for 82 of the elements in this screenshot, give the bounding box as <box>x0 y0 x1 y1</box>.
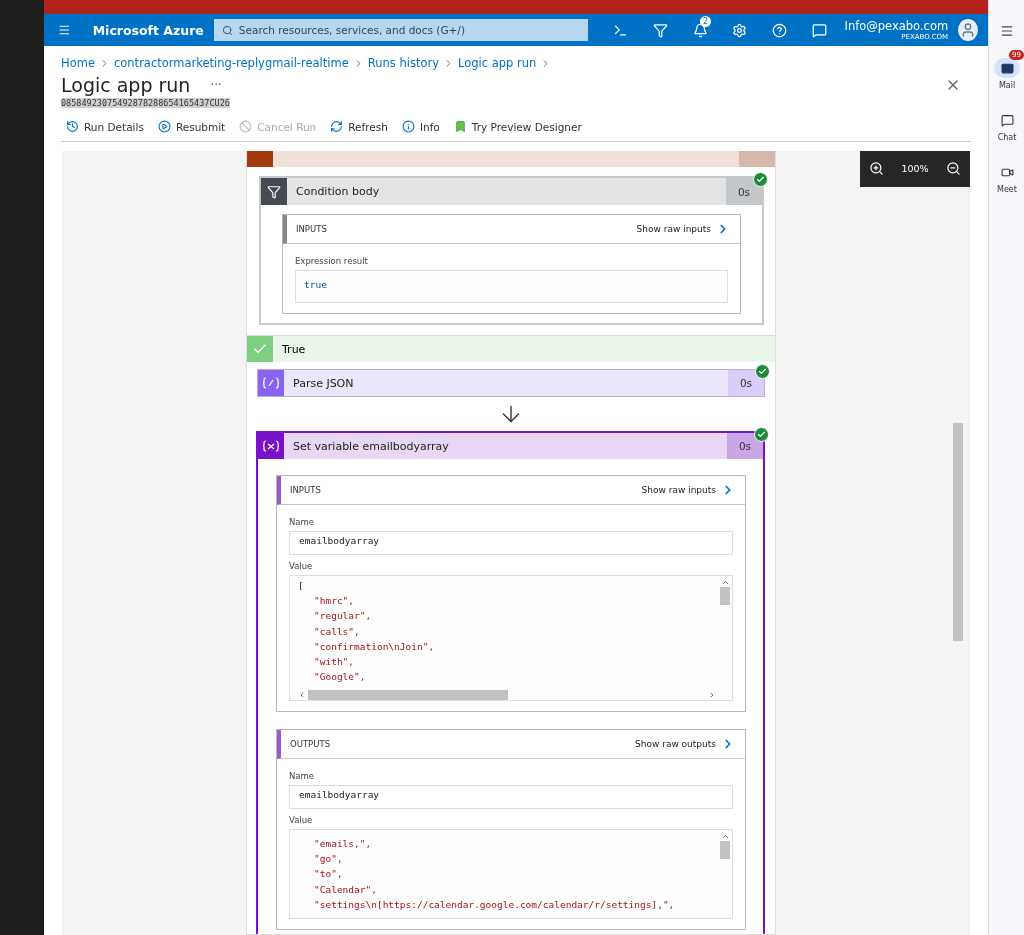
code-line: "calls", <box>313 624 361 639</box>
feedback-icon[interactable] <box>812 22 828 38</box>
code-line: "hmrc", <box>313 594 356 609</box>
breadcrumb-link[interactable]: contractormarketing-replygmail-realtime <box>113 56 349 70</box>
page-title: Logic app run <box>61 74 191 96</box>
code-line: "go", <box>313 852 344 867</box>
avatar-icon[interactable] <box>958 19 978 41</box>
name-field[interactable]: emailbodyarray <box>289 531 733 555</box>
history-icon <box>66 120 79 133</box>
breadcrumb-link[interactable]: Logic app run <box>458 56 537 70</box>
search-icon <box>221 24 233 36</box>
bell-icon[interactable] <box>692 22 708 38</box>
branch-header[interactable]: True <box>247 335 775 362</box>
run-id: 08584923075492878288654165437CU26 <box>61 98 230 108</box>
section-title: INPUTS <box>290 485 321 495</box>
code-field[interactable]: [ "hmrc", "regular", "calls", "confirmation\nJoin", "with", "Google", <box>289 575 733 701</box>
section-title: INPUTS <box>296 224 327 234</box>
duration: 0s <box>727 433 763 459</box>
code-line: "Google", <box>313 670 367 685</box>
menu-icon[interactable] <box>1000 24 1014 38</box>
toolbar-button[interactable]: Refresh <box>330 120 388 133</box>
code-line: "settings\n[https://calendar.google.com/calendar/r/settings],", <box>313 897 676 912</box>
settings-icon[interactable] <box>732 22 748 38</box>
code-line: [ <box>298 579 305 593</box>
zoom-in-icon[interactable] <box>868 161 884 176</box>
code-line: "regular", <box>313 609 373 624</box>
code-line: "emails,", <box>313 837 373 851</box>
toolbar-button[interactable]: Run Details <box>66 120 144 133</box>
show-raw-link[interactable]: Show raw outputs <box>635 737 735 751</box>
zoom-level: 100% <box>901 163 929 174</box>
envelope-icon <box>1000 61 1014 75</box>
search-field[interactable]: Search resources, services, and docs (G+/) <box>213 19 588 41</box>
field-label: Value <box>289 815 314 825</box>
code-field[interactable]: true <box>295 270 728 303</box>
code-line: "to", <box>313 867 344 882</box>
menu-icon[interactable] <box>58 23 71 37</box>
field-label: Name <box>289 517 316 527</box>
zoom-out-icon[interactable] <box>946 161 962 176</box>
canvas-scrollbar[interactable] <box>953 423 963 641</box>
more-button[interactable]: ··· <box>210 78 222 92</box>
section-title: OUTPUTS <box>290 739 331 749</box>
code-line: "with", <box>313 655 356 669</box>
action-title[interactable]: Condition body <box>296 185 380 198</box>
notification-count: 2 <box>700 16 712 27</box>
filter-icon[interactable] <box>652 22 668 38</box>
chat-icon <box>1000 113 1014 127</box>
field-label: Expression result <box>295 256 369 266</box>
account-email[interactable]: Info@pexabo.com <box>844 19 949 33</box>
toolbar-button[interactable]: Resubmit <box>157 120 226 133</box>
brand-name: Microsoft Azure <box>92 22 204 38</box>
code-line: "Calendar", <box>313 882 378 897</box>
horizontal-scrollbar[interactable] <box>298 690 716 700</box>
cancel-icon <box>239 120 253 133</box>
terminal-icon[interactable] <box>613 22 628 38</box>
code-field[interactable]: "emails,", "go", "to", "Calendar", "settings\n[https://calendar.google.com/calendar/r/settings],", <box>289 829 733 919</box>
scroll-right-icon[interactable] <box>708 691 716 699</box>
code-line: true <box>304 278 328 292</box>
resubmit-icon <box>157 120 171 133</box>
scroll-up-icon[interactable] <box>720 578 730 587</box>
toolbar-button[interactable]: Info <box>401 120 440 133</box>
show-raw-link[interactable]: Show raw inputs <box>636 222 730 236</box>
breadcrumb-link[interactable]: Runs history <box>367 56 440 70</box>
duration: 0s <box>726 178 762 205</box>
help-icon[interactable] <box>772 22 788 38</box>
scroll-up-icon[interactable] <box>720 832 730 841</box>
duration: 0s <box>728 370 764 396</box>
code-line: "confirmation\nJoin", <box>313 639 436 654</box>
field-label: Value <box>289 561 314 571</box>
refresh-icon <box>330 120 344 133</box>
bookmark-icon <box>453 120 467 133</box>
toolbar-button[interactable]: Try Preview Designer <box>453 120 582 133</box>
rail-item[interactable]: Chat <box>994 102 1020 142</box>
breadcrumb-link[interactable]: Home <box>61 56 95 70</box>
field-label: Name <box>289 771 316 781</box>
info-icon <box>401 120 415 133</box>
branch-label: True <box>282 342 306 356</box>
rail-item[interactable]: Meet <box>994 154 1020 194</box>
action-title[interactable]: Set variable emailbodyarray <box>293 439 449 453</box>
name-field[interactable]: emailbodyarray <box>289 785 733 809</box>
show-raw-link[interactable]: Show raw inputs <box>641 483 735 497</box>
action-title[interactable]: Parse JSON <box>293 376 354 390</box>
scroll-left-icon[interactable] <box>298 691 306 699</box>
